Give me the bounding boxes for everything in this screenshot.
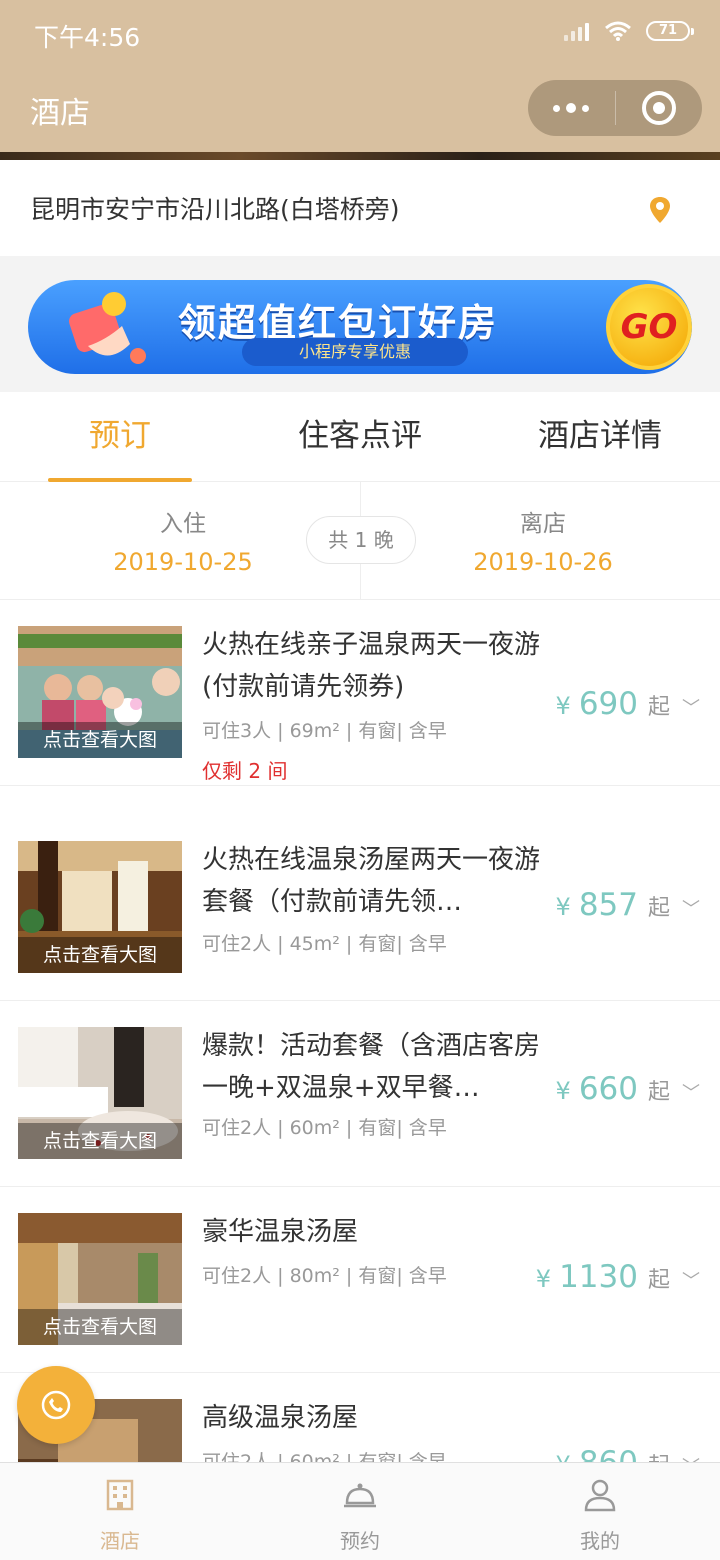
currency-symbol: ¥ [555, 1077, 571, 1105]
price-value: 690 [578, 686, 638, 722]
currency-symbol: ¥ [555, 692, 571, 720]
chevron-down-icon: ﹀ [682, 1083, 700, 1104]
address-text: 昆明市安宁市沿川北路(白塔桥旁) [30, 195, 400, 224]
room-info: 可住2人 | 80m² | 有窗| 含早 [202, 1265, 447, 1287]
checkin-date-picker[interactable]: 入住 2019-10-25 [63, 504, 303, 576]
bottom-nav-profile[interactable]: 我的 [480, 1463, 720, 1560]
banner-subtitle: 小程序专享优惠 [242, 338, 468, 366]
more-button[interactable] [528, 80, 615, 136]
status-icons: 71 [564, 20, 694, 42]
red-envelope-hand-icon [69, 292, 146, 364]
bottom-nav: 酒店 预约 我的 [0, 1462, 720, 1560]
promo-banner[interactable]: 领超值红包订好房 小程序专享优惠 GO [28, 280, 692, 374]
currency-symbol: ¥ [535, 1265, 552, 1293]
tab-hotel-details[interactable]: 酒店详情 [480, 392, 720, 482]
room-thumbnail[interactable]: 点击查看大图 [18, 1027, 182, 1159]
location-pin-icon[interactable] [648, 196, 672, 224]
price-value: 660 [578, 1071, 638, 1107]
price-suffix: 起 [647, 1268, 670, 1293]
room-title: 火热在线温泉汤屋两天一夜游套餐（付款前请先领… [202, 845, 541, 917]
room-price[interactable]: ¥ 857 起 ﹀ [556, 887, 700, 923]
hero-image-strip [0, 152, 720, 160]
address-row[interactable]: 昆明市安宁市沿川北路(白塔桥旁) [0, 160, 720, 256]
room-price[interactable]: ¥ 1130 起 ﹀ [536, 1259, 700, 1295]
nights-badge: 共 1 晚 [306, 516, 416, 564]
view-large-image-label: 点击查看大图 [18, 1309, 182, 1345]
currency-symbol: ¥ [555, 893, 571, 921]
checkin-date: 2019-10-25 [113, 548, 253, 576]
close-miniprogram-button[interactable] [616, 80, 703, 136]
room-price[interactable]: ¥ 660 起 ﹀ [556, 1071, 700, 1107]
checkout-label: 离店 [520, 511, 566, 537]
checkout-date: 2019-10-26 [473, 548, 613, 576]
rooms-remaining: 仅剩 2 间 [202, 759, 288, 783]
phone-icon [41, 1390, 71, 1420]
bottom-nav-hotel[interactable]: 酒店 [0, 1463, 240, 1560]
room-info: 可住2人 | 60m² | 有窗| 含早 [202, 1117, 447, 1139]
miniprogram-capsule [528, 80, 702, 136]
checkout-date-picker[interactable]: 离店 2019-10-26 [423, 504, 663, 576]
chevron-down-icon: ﹀ [682, 698, 700, 719]
room-price[interactable]: ¥ 690 起 ﹀ [556, 686, 700, 722]
room-info: 可住2人 | 45m² | 有窗| 含早 [202, 933, 447, 955]
room-thumbnail[interactable]: 点击查看大图 [18, 1213, 182, 1345]
price-value: 1130 [559, 1259, 638, 1295]
room-title: 爆款！活动套餐（含酒店客房一晚+双温泉+双早餐… [202, 1031, 541, 1103]
price-suffix: 起 [647, 896, 670, 921]
room-title: 豪华温泉汤屋 [202, 1217, 359, 1247]
room-item[interactable]: 点击查看大图 爆款！活动套餐（含酒店客房一晚+双温泉+双早餐… 可住2人 | 6… [0, 1001, 720, 1187]
price-value: 857 [578, 887, 638, 923]
target-icon [641, 91, 676, 125]
page-title: 酒店 [30, 96, 90, 131]
bottom-nav-booking[interactable]: 预约 [240, 1463, 480, 1560]
view-large-image-label: 点击查看大图 [18, 937, 182, 973]
view-large-image-label: 点击查看大图 [18, 1123, 182, 1159]
bottom-nav-label: 预约 [340, 1529, 380, 1553]
banner-go-badge: GO [606, 284, 692, 370]
price-suffix: 起 [647, 1080, 670, 1105]
top-header: 下午4:56 71 酒店 [0, 0, 720, 152]
tab-bar: 预订 住客点评 酒店详情 [0, 392, 720, 482]
signal-icon [564, 21, 590, 41]
date-selector: 入住 2019-10-25 共 1 晚 离店 2019-10-26 [0, 482, 720, 600]
room-item[interactable]: 点击查看大图 火热在线温泉汤屋两天一夜游套餐（付款前请先领… 可住2人 | 45… [0, 815, 720, 1001]
room-thumbnail[interactable]: 点击查看大图 [18, 626, 182, 758]
chevron-down-icon: ﹀ [682, 1271, 700, 1292]
room-info: 可住3人 | 69m² | 有窗| 含早 [202, 720, 447, 742]
wifi-icon [605, 21, 631, 41]
hotel-icon [106, 1479, 134, 1511]
promo-banner-area: 领超值红包订好房 小程序专享优惠 GO [0, 256, 720, 392]
call-button[interactable] [17, 1366, 95, 1444]
view-large-image-label: 点击查看大图 [18, 722, 182, 758]
status-time: 下午4:56 [34, 23, 141, 52]
bottom-nav-label: 我的 [580, 1529, 620, 1553]
person-icon [584, 1479, 616, 1512]
room-title: 高级温泉汤屋 [202, 1403, 359, 1433]
battery-indicator: 71 [646, 21, 694, 41]
bottom-nav-label: 酒店 [100, 1529, 140, 1553]
more-dots-icon [553, 103, 590, 113]
room-item[interactable]: 点击查看大图 豪华温泉汤屋 可住2人 | 80m² | 有窗| 含早 ¥ 113… [0, 1187, 720, 1373]
tab-booking[interactable]: 预订 [0, 392, 240, 482]
service-bell-icon [344, 1483, 376, 1508]
price-suffix: 起 [647, 695, 670, 720]
tab-reviews[interactable]: 住客点评 [240, 392, 480, 482]
chevron-down-icon: ﹀ [682, 899, 700, 920]
room-title: 火热在线亲子温泉两天一夜游(付款前请先领券) [202, 630, 541, 702]
room-thumbnail[interactable]: 点击查看大图 [18, 841, 182, 973]
room-item[interactable]: 点击查看大图 火热在线亲子温泉两天一夜游(付款前请先领券) 可住3人 | 69m… [0, 600, 720, 786]
checkin-label: 入住 [160, 511, 206, 537]
